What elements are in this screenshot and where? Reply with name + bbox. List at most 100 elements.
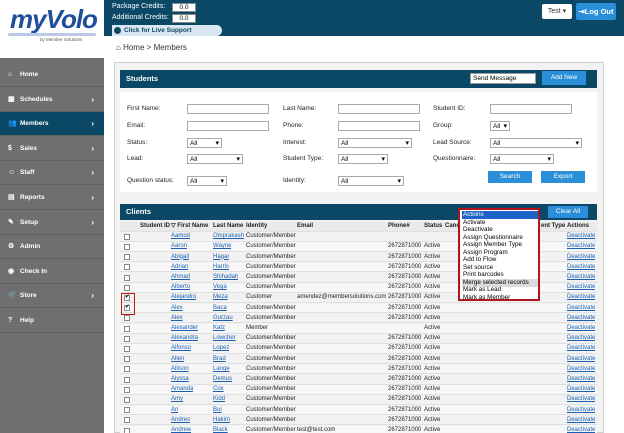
col-last-name[interactable]: Last Name xyxy=(213,222,243,232)
sidebar-item-check-in[interactable]: ◉ Check In xyxy=(0,260,104,284)
email-input[interactable] xyxy=(187,121,269,131)
deactivate-link[interactable]: Deactivate xyxy=(567,406,595,416)
last-name-link[interactable]: Katz xyxy=(213,324,225,334)
first-name-link[interactable]: Ahmad xyxy=(171,273,190,283)
deactivate-link[interactable]: Deactivate xyxy=(567,385,595,395)
live-support-button[interactable]: Click for Live Support xyxy=(112,25,222,36)
col-type[interactable]: ent Type xyxy=(541,222,565,232)
row-checkbox[interactable] xyxy=(124,366,130,373)
deactivate-link[interactable]: Deactivate xyxy=(567,293,595,303)
lead-select[interactable]: All xyxy=(187,154,243,164)
deactivate-link[interactable]: Deactivate xyxy=(567,263,595,273)
first-name-link[interactable]: Andrew xyxy=(171,426,191,433)
last-name-link[interactable]: Hagar xyxy=(213,253,229,263)
deactivate-link[interactable]: Deactivate xyxy=(567,334,595,344)
export-button[interactable]: Export xyxy=(541,171,585,183)
last-name-link[interactable]: Wayne xyxy=(213,242,231,252)
row-checkbox[interactable] xyxy=(124,233,130,240)
breadcrumb-home[interactable]: Home xyxy=(123,43,144,52)
row-checkbox[interactable] xyxy=(124,396,130,403)
last-name-link[interactable]: Demus xyxy=(213,375,232,385)
sidebar-item-home[interactable]: ⌂ Home xyxy=(0,63,104,87)
deactivate-link[interactable]: Deactivate xyxy=(567,283,595,293)
deactivate-link[interactable]: Deactivate xyxy=(567,273,595,283)
sidebar-item-schedules[interactable]: ▦ Schedules › xyxy=(0,88,104,112)
col-phone[interactable]: Phone# xyxy=(388,222,410,232)
last-name-link[interactable]: Gurzau xyxy=(213,314,233,324)
deactivate-link[interactable]: Deactivate xyxy=(567,395,595,405)
row-checkbox[interactable] xyxy=(124,356,130,363)
user-menu-button[interactable]: Test ▾ xyxy=(542,4,572,19)
row-checkbox[interactable] xyxy=(124,407,130,414)
interest-select[interactable]: All xyxy=(338,138,412,148)
first-name-link[interactable]: Alexander xyxy=(171,324,198,334)
first-name-link[interactable]: Abigail xyxy=(171,253,189,263)
first-name-link[interactable]: An xyxy=(171,406,178,416)
last-name-link[interactable]: Hakim xyxy=(213,416,230,426)
row-checkbox[interactable] xyxy=(124,325,130,332)
actions-dropdown[interactable]: Actions Activate Deactivate Assign Question… xyxy=(458,208,540,301)
last-name-link[interactable]: Lopez xyxy=(213,344,229,354)
first-name-link[interactable]: Alejandro xyxy=(171,293,196,303)
first-name-link[interactable]: Alexandra xyxy=(171,334,198,344)
sidebar-item-setup[interactable]: ✎ Setup › xyxy=(0,211,104,235)
last-name-link[interactable]: Cox xyxy=(213,385,224,395)
student-type-select[interactable]: All xyxy=(338,154,388,164)
col-identity[interactable]: Identity xyxy=(246,222,267,232)
first-name-link[interactable]: Alyssa xyxy=(171,375,189,385)
deactivate-link[interactable]: Deactivate xyxy=(567,416,595,426)
col-first-name[interactable]: ▽ First Name xyxy=(171,222,208,232)
logo[interactable]: myVolo by Member Solutions xyxy=(0,0,104,58)
first-name-link[interactable]: Amy xyxy=(171,395,183,405)
last-name-link[interactable]: Meza xyxy=(213,293,228,303)
row-checkbox[interactable] xyxy=(124,417,130,424)
row-checkbox[interactable] xyxy=(124,427,130,433)
home-icon[interactable]: ⌂ xyxy=(116,43,121,52)
row-checkbox[interactable] xyxy=(124,274,130,281)
last-name-link[interactable]: Lange xyxy=(213,365,230,375)
col-email[interactable]: Email xyxy=(297,222,313,232)
first-name-link[interactable]: Alfonso xyxy=(171,344,191,354)
deactivate-link[interactable]: Deactivate xyxy=(567,253,595,263)
sidebar-item-admin[interactable]: ⚙ Admin xyxy=(0,235,104,260)
deactivate-link[interactable]: Deactivate xyxy=(567,232,595,242)
group-select[interactable]: All xyxy=(490,121,510,131)
row-checkbox[interactable] xyxy=(124,264,130,271)
identity-select[interactable]: All xyxy=(338,176,404,186)
last-name-link[interactable]: Black xyxy=(213,426,228,433)
row-checkbox[interactable] xyxy=(124,254,130,261)
first-name-link[interactable]: Andres xyxy=(171,416,190,426)
sidebar-item-staff[interactable]: ☺ Staff › xyxy=(0,161,104,186)
last-name-link[interactable]: Shihadah xyxy=(213,273,238,283)
last-name-link[interactable]: Bui xyxy=(213,406,222,416)
row-checkbox[interactable] xyxy=(124,386,130,393)
questionnaire-select[interactable]: All xyxy=(490,154,554,164)
deactivate-link[interactable]: Deactivate xyxy=(567,375,595,385)
col-student-id[interactable]: Student ID xyxy=(140,222,170,232)
status-select[interactable]: All xyxy=(187,138,222,148)
first-name-link[interactable]: Aamod xyxy=(171,232,190,242)
last-name-link[interactable]: Harris xyxy=(213,263,229,273)
row-checkbox[interactable] xyxy=(124,315,130,322)
deactivate-link[interactable]: Deactivate xyxy=(567,304,595,314)
clear-all-button[interactable]: Clear All xyxy=(548,206,588,218)
deactivate-link[interactable]: Deactivate xyxy=(567,365,595,375)
sidebar-item-members[interactable]: 👥 Members › xyxy=(0,112,104,137)
search-button[interactable]: Search xyxy=(488,171,532,183)
deactivate-link[interactable]: Deactivate xyxy=(567,426,595,433)
first-name-input[interactable] xyxy=(187,104,269,114)
lead-source-select[interactable]: All xyxy=(490,138,582,148)
sidebar-item-store[interactable]: 🛒 Store › xyxy=(0,284,104,309)
phone-input[interactable] xyxy=(338,121,420,131)
deactivate-link[interactable]: Deactivate xyxy=(567,314,595,324)
col-status[interactable]: Status xyxy=(424,222,442,232)
add-new-button[interactable]: Add New xyxy=(542,71,586,85)
row-checkbox[interactable] xyxy=(124,376,130,383)
deactivate-link[interactable]: Deactivate xyxy=(567,344,595,354)
send-message-select[interactable]: Send Message xyxy=(470,73,536,84)
row-checkbox[interactable] xyxy=(124,345,130,352)
question-status-select[interactable]: All xyxy=(187,176,227,186)
actions-option-mark-as-member[interactable]: Mark as Member xyxy=(462,294,538,302)
last-name-link[interactable]: Brad xyxy=(213,355,226,365)
first-name-link[interactable]: Amanda xyxy=(171,385,193,395)
